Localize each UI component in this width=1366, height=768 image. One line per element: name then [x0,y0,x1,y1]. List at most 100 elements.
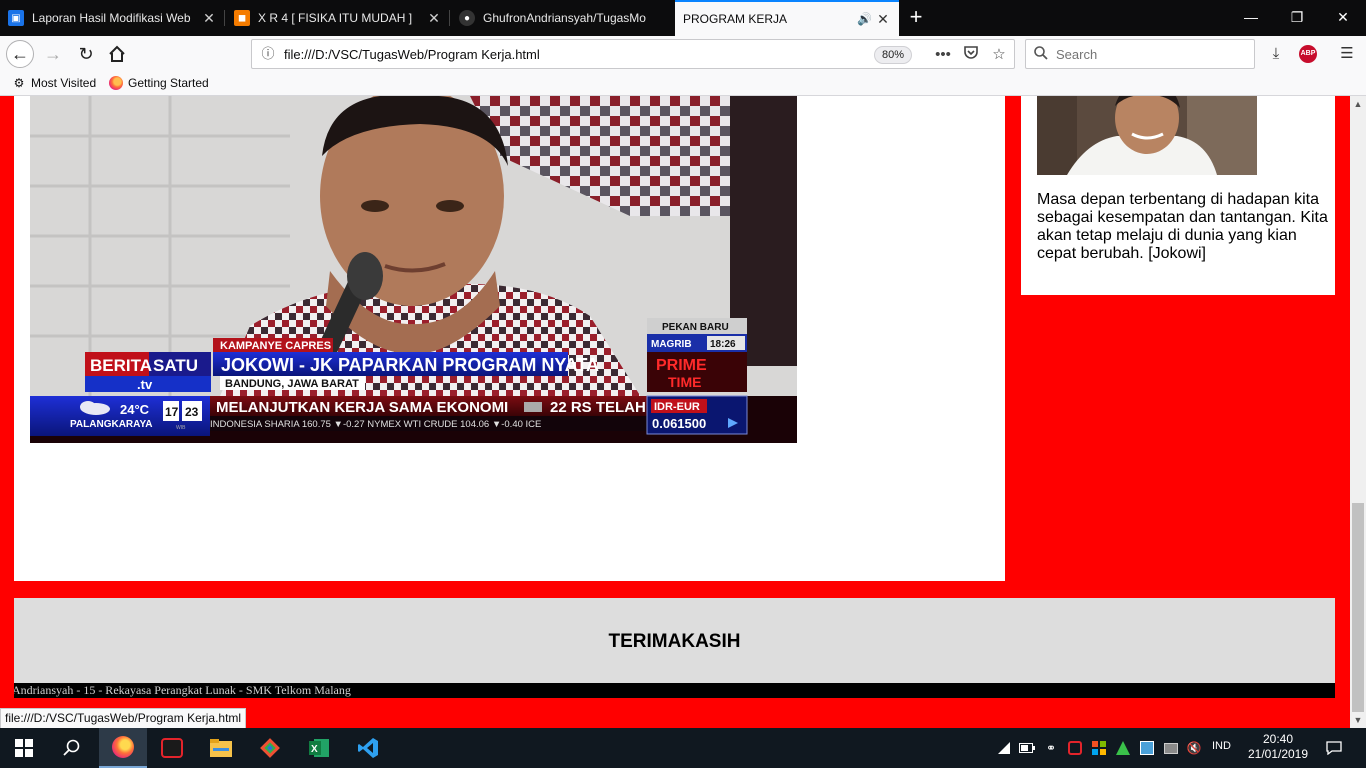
link-icon[interactable]: ⚭ [1043,740,1059,756]
close-window-button[interactable]: ✕ [1320,0,1366,34]
news-video-frame[interactable]: BERITA SATU .tv KAMPANYE CAPRES JOKOWI -… [30,96,797,443]
taskbar-excel[interactable]: X [295,728,343,768]
overlay-tag: KAMPANYE CAPRES [220,340,331,352]
main-content: BERITA SATU .tv KAMPANYE CAPRES JOKOWI -… [14,96,1005,581]
notification-icon[interactable] [1325,739,1343,757]
url-text[interactable]: file:///D:/VSC/TugasWeb/Program Kerja.ht… [284,47,540,62]
url-bar[interactable]: ⓘ file:///D:/VSC/TugasWeb/Program Kerja.… [251,39,1015,69]
network-monitor-icon[interactable] [1139,740,1155,756]
vscode-icon [358,738,378,758]
back-button[interactable]: ← [6,40,34,68]
taskbar-vscode[interactable] [344,728,392,768]
bookmark-getting-started[interactable]: Getting Started [109,76,209,90]
clock-date: 21/01/2019 [1247,747,1309,761]
tab-title: Laporan Hasil Modifikasi Web [32,11,191,25]
scrollbar-thumb[interactable] [1352,503,1364,712]
close-icon[interactable]: ✕ [426,10,442,27]
volume-muted-icon[interactable]: 🔇 [1186,740,1202,756]
speaker-icon[interactable]: 🔊 [857,12,875,26]
overlay-headline: JOKOWI - JK PAPARKAN PROGRAM NYATA [221,355,599,375]
menu-icon[interactable]: ☰ [1335,42,1359,66]
windows-start-icon [15,739,33,757]
battery-icon[interactable] [1019,740,1035,756]
scroll-down-icon[interactable]: ▼ [1350,712,1366,728]
overlay-fx-label: IDR-EUR [654,401,700,413]
navigation-toolbar: ← → ↻ ⓘ file:///D:/VSC/TugasWeb/Program … [0,36,1366,72]
git-icon [260,738,280,758]
taskbar-file-explorer[interactable] [197,728,245,768]
restore-button[interactable]: ❐ [1274,0,1320,34]
file-explorer-icon [210,739,232,757]
reload-button[interactable]: ↻ [72,40,100,68]
overlay-weather-temp: 24°C [120,402,150,417]
github-icon: ● [459,10,475,26]
overlay-location: BANDUNG, JAWA BARAT [225,378,359,390]
taskbar-search-button[interactable] [48,728,96,768]
search-icon [1034,46,1048,63]
overlay-fx-value: 0.061500 [652,416,706,431]
news-broadcast-image: BERITA SATU .tv KAMPANYE CAPRES JOKOWI -… [30,96,797,443]
tab-bar: ▣ Laporan Hasil Modifikasi Web ✕ ◼ X R 4… [0,0,1366,36]
zoom-indicator[interactable]: 80% [874,46,912,64]
gear-icon: ⚙ [13,76,25,90]
firefox-icon [109,76,123,90]
overlay-brand-tv: .tv [137,377,153,392]
info-icon[interactable]: ⓘ [260,46,276,62]
tab-title: PROGRAM KERJA [683,12,788,26]
garena-tray-icon[interactable] [1067,740,1083,756]
triangle-app-icon[interactable] [1115,740,1131,756]
classroom-icon: ◼ [234,10,250,26]
quote-card: Masa depan terbentang di hadapan kita se… [1021,96,1335,295]
shield-icon[interactable] [1091,740,1107,756]
close-icon[interactable]: ✕ [875,11,891,28]
overlay-clock-hour: 17 [165,405,179,419]
adblock-icon[interactable]: ABP [1299,45,1317,63]
footer-title: TERIMAKASIH [608,631,741,652]
home-button[interactable] [103,40,131,68]
scroll-up-icon[interactable]: ▲ [1350,96,1366,112]
tab-title: GhufronAndriansyah/TugasMo [483,11,646,25]
overlay-prime: PRIME [656,357,707,374]
overlay-market-ticker: INDONESIA SHARIA 160.75 ▼-0.27 NYMEX WTI… [210,419,541,430]
overlay-brand-2: SATU [153,356,198,375]
arrow-left-icon: ← [11,43,29,64]
taskbar-garena[interactable] [148,728,196,768]
system-clock[interactable]: 20:40 21/01/2019 [1246,732,1310,762]
bookmark-most-visited[interactable]: ⚙ Most Visited [12,76,97,90]
download-icon[interactable]: ⤓ [1264,42,1288,66]
overlay-clock-zone: WIB [176,425,186,431]
overlay-brand: BERITA [90,356,152,375]
wifi-icon[interactable] [996,740,1012,756]
overlay-clock-min: 23 [185,405,199,419]
windows-taskbar: X ⚭ 🔇 IND 20:40 21/01/2019 [0,728,1366,768]
language-indicator[interactable]: IND [1212,740,1231,752]
overlay-ticker-2: 22 RS TELAH [550,399,646,416]
start-button[interactable] [0,728,48,768]
close-icon[interactable]: ✕ [201,10,217,27]
forward-button[interactable]: → [39,40,67,68]
overlay-weather-city: PALANGKARAYA [70,419,152,430]
new-tab-button[interactable]: + [902,2,930,34]
search-input[interactable] [1056,45,1246,63]
vertical-scrollbar[interactable]: ▲ ▼ [1350,96,1366,728]
tab-github[interactable]: ● GhufronAndriansyah/TugasMo [451,2,675,34]
overlay-city: PEKAN BARU [662,322,729,333]
bookmark-label: Most Visited [31,76,97,90]
firefox-icon [112,736,134,758]
taskbar-firefox[interactable] [99,728,147,768]
search-box[interactable] [1025,39,1255,69]
bookmark-star-icon[interactable]: ☆ [988,44,1010,66]
overlay-prayer-time: 18:26 [710,339,736,350]
pocket-icon[interactable] [960,44,982,66]
page-viewport: BERITA SATU .tv KAMPANYE CAPRES JOKOWI -… [0,96,1350,728]
status-link-preview: file:///D:/VSC/TugasWeb/Program Kerja.ht… [0,708,247,729]
tab-program-kerja[interactable]: PROGRAM KERJA 🔊 ✕ [675,0,899,36]
tab-laporan[interactable]: ▣ Laporan Hasil Modifikasi Web ✕ [0,2,225,34]
taskbar-git[interactable] [246,728,294,768]
tab-fisika[interactable]: ◼ X R 4 [ FISIKA ITU MUDAH ] ✕ [226,2,450,34]
quote-text: Masa depan terbentang di hadapan kita se… [1037,191,1328,262]
reload-icon: ↻ [78,43,94,64]
minimize-button[interactable]: — [1228,0,1274,34]
display-icon[interactable] [1163,740,1179,756]
page-actions-icon[interactable]: ••• [932,44,954,66]
